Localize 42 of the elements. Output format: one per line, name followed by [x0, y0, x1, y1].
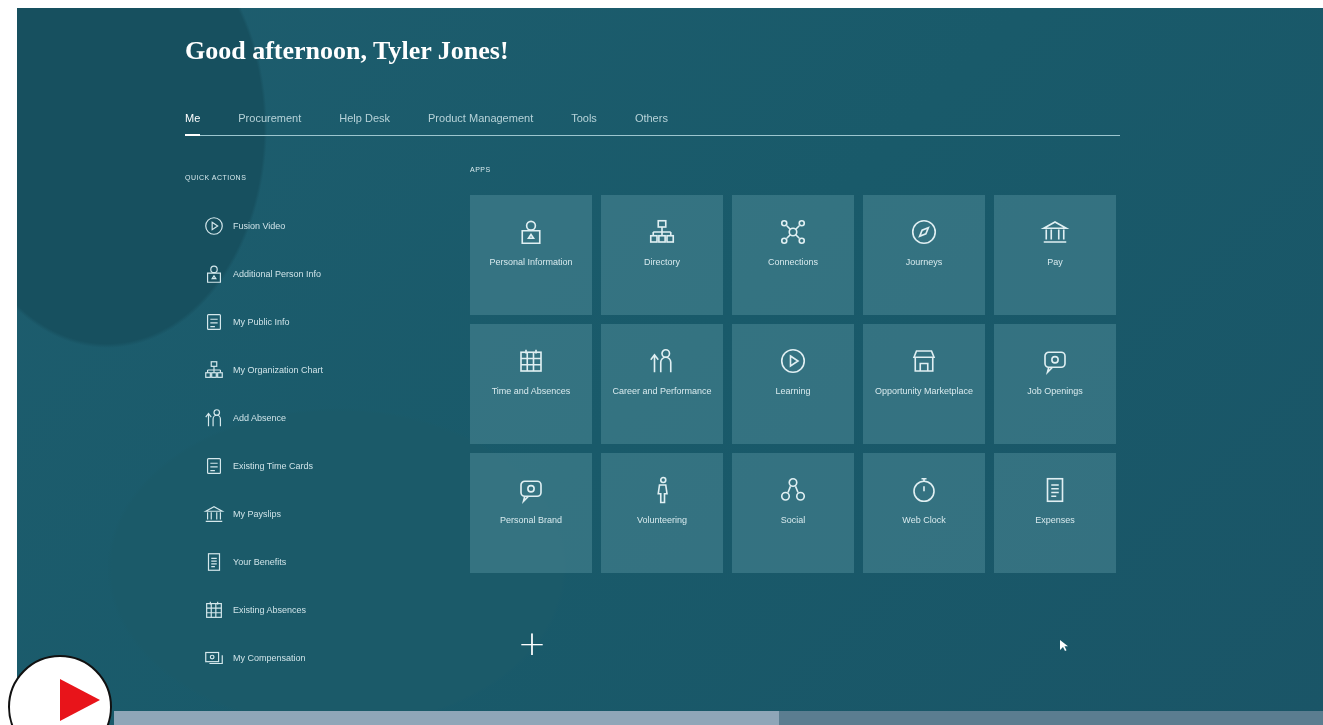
app-tile[interactable]: Pay	[994, 195, 1116, 315]
quick-action-link[interactable]: My Public Info	[203, 306, 470, 338]
tab[interactable]: Tools	[571, 106, 597, 136]
tab[interactable]: Help Desk	[339, 106, 390, 136]
app-tile[interactable]: Learning	[732, 324, 854, 444]
calendar-icon	[203, 599, 225, 621]
app-tile[interactable]: Connections	[732, 195, 854, 315]
play-icon	[60, 679, 100, 721]
quick-action-link[interactable]: Existing Time Cards	[203, 450, 470, 482]
tab[interactable]: Me	[185, 106, 201, 136]
app-tile[interactable]: Social	[732, 453, 854, 573]
app-tile[interactable]: Personal Brand	[470, 453, 592, 573]
greeting-title: Good afternoon, Tyler Jones!	[185, 36, 509, 66]
play-circle-icon	[203, 215, 225, 237]
play-circle-icon	[778, 346, 808, 376]
quick-action-link[interactable]: Your Benefits	[203, 546, 470, 578]
tab[interactable]: Product Management	[428, 106, 534, 136]
quick-action-link[interactable]: My Payslips	[203, 498, 470, 530]
app-tile[interactable]: Personal Information	[470, 195, 592, 315]
app-tile[interactable]: Opportunity Marketplace	[863, 324, 985, 444]
add-button[interactable]: +	[514, 623, 550, 663]
app-tile[interactable]: Time and Absences	[470, 324, 592, 444]
quick-action-link[interactable]: My Organization Chart	[203, 354, 470, 386]
app-tile[interactable]: Volunteering	[601, 453, 723, 573]
app-tile[interactable]: Job Openings	[994, 324, 1116, 444]
network-icon	[778, 217, 808, 247]
compass-icon	[909, 217, 939, 247]
app-tile[interactable]: Journeys	[863, 195, 985, 315]
app-tile[interactable]: Career and Performance	[601, 324, 723, 444]
quick-action-link[interactable]: Existing Absences	[203, 594, 470, 626]
tab[interactable]: Others	[634, 106, 668, 136]
tab[interactable]: Procurement	[238, 106, 302, 136]
quick-action-link[interactable]: Add Absence	[203, 402, 470, 434]
quick-action-link[interactable]: Fusion Video	[203, 210, 470, 242]
mouse-pointer-icon	[1060, 640, 1068, 652]
org-chart-icon	[203, 359, 225, 381]
app-tile[interactable]: Web Clock	[863, 453, 985, 573]
app-tile[interactable]: Directory	[601, 195, 723, 315]
quick-action-link[interactable]: Additional Person Info	[203, 258, 470, 290]
app-tile[interactable]: Expenses	[994, 453, 1116, 573]
bank-icon	[203, 503, 225, 525]
quick-action-link[interactable]: My Compensation	[203, 642, 470, 674]
